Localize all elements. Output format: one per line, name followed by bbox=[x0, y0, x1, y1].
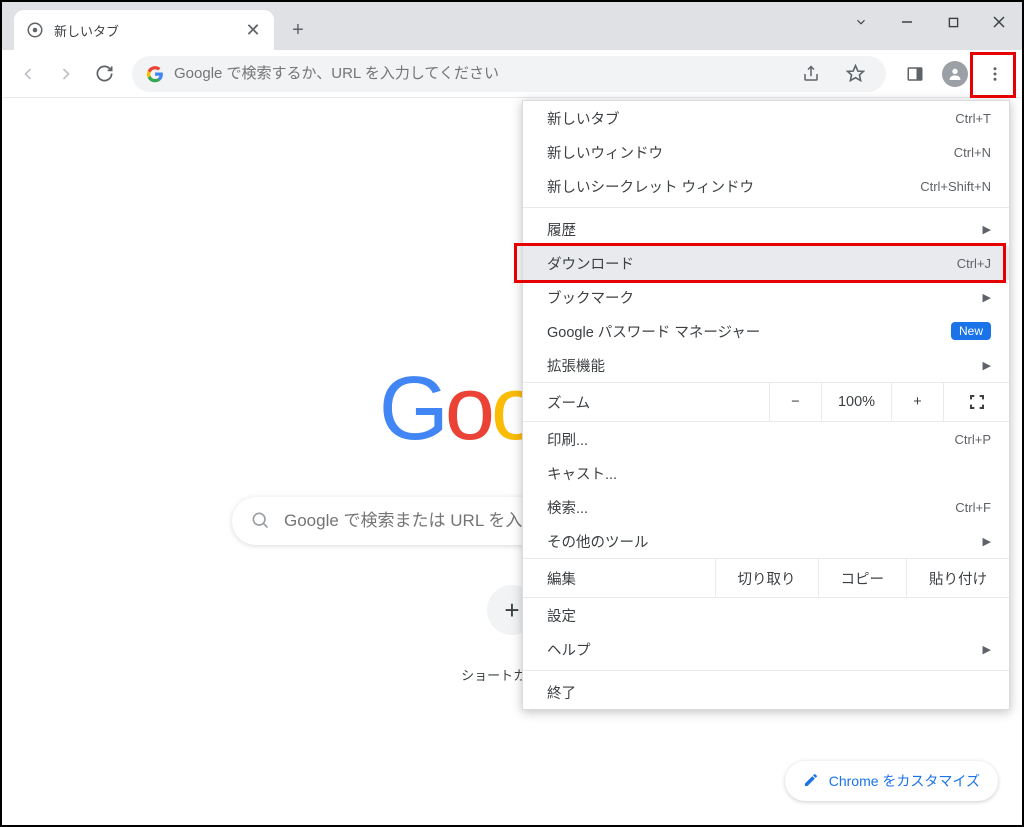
fullscreen-button[interactable] bbox=[943, 383, 1009, 421]
menu-find[interactable]: 検索... Ctrl+F bbox=[523, 490, 1009, 524]
new-tab-button[interactable]: + bbox=[282, 14, 314, 46]
zoom-out-button[interactable]: − bbox=[769, 383, 821, 421]
browser-tab[interactable]: 新しいタブ ✕ bbox=[14, 10, 274, 50]
menu-extensions[interactable]: 拡張機能 ▶ bbox=[523, 348, 1009, 382]
menu-incognito[interactable]: 新しいシークレット ウィンドウ Ctrl+Shift+N bbox=[523, 169, 1009, 203]
menu-cast[interactable]: キャスト... bbox=[523, 456, 1009, 490]
menu-edit: 編集 切り取り コピー 貼り付け bbox=[523, 558, 1009, 598]
chevron-right-icon: ▶ bbox=[983, 643, 991, 656]
titlebar: 新しいタブ ✕ + bbox=[2, 2, 1022, 50]
google-icon bbox=[146, 65, 164, 83]
toolbar bbox=[2, 50, 1022, 98]
maximize-button[interactable] bbox=[930, 2, 976, 42]
menu-print[interactable]: 印刷... Ctrl+P bbox=[523, 422, 1009, 456]
search-icon bbox=[250, 510, 270, 533]
menu-settings[interactable]: 設定 bbox=[523, 598, 1009, 632]
close-window-button[interactable] bbox=[976, 2, 1022, 42]
menu-help[interactable]: ヘルプ ▶ bbox=[523, 632, 1009, 666]
menu-password-manager[interactable]: Google パスワード マネージャー New bbox=[523, 314, 1009, 348]
window-controls bbox=[838, 2, 1022, 42]
back-button[interactable] bbox=[12, 58, 44, 90]
zoom-value: 100% bbox=[821, 383, 891, 421]
profile-button[interactable] bbox=[938, 57, 972, 91]
minimize-button[interactable] bbox=[884, 2, 930, 42]
chevron-right-icon: ▶ bbox=[983, 359, 991, 372]
tab-favicon-icon bbox=[26, 21, 44, 39]
edit-paste-button[interactable]: 貼り付け bbox=[906, 559, 1009, 597]
edit-cut-button[interactable]: 切り取り bbox=[715, 559, 818, 597]
menu-bookmarks[interactable]: ブックマーク ▶ bbox=[523, 280, 1009, 314]
menu-exit[interactable]: 終了 bbox=[523, 675, 1009, 709]
pencil-icon bbox=[803, 772, 819, 791]
customize-chrome-button[interactable]: Chrome をカスタマイズ bbox=[785, 761, 998, 801]
menu-new-window[interactable]: 新しいウィンドウ Ctrl+N bbox=[523, 135, 1009, 169]
tab-title: 新しいタブ bbox=[54, 21, 234, 40]
side-panel-icon[interactable] bbox=[898, 57, 932, 91]
omnibox-input[interactable] bbox=[174, 65, 784, 82]
more-menu-button[interactable] bbox=[978, 57, 1012, 91]
zoom-in-button[interactable]: + bbox=[891, 383, 943, 421]
new-badge: New bbox=[951, 322, 991, 340]
chevron-right-icon: ▶ bbox=[983, 291, 991, 304]
reload-button[interactable] bbox=[88, 58, 120, 90]
chevron-right-icon: ▶ bbox=[983, 223, 991, 236]
chrome-menu: 新しいタブ Ctrl+T 新しいウィンドウ Ctrl+N 新しいシークレット ウ… bbox=[522, 100, 1010, 710]
customize-label: Chrome をカスタマイズ bbox=[829, 771, 980, 791]
profile-avatar-icon bbox=[942, 61, 968, 87]
menu-zoom: ズーム − 100% + bbox=[523, 382, 1009, 422]
edit-copy-button[interactable]: コピー bbox=[818, 559, 907, 597]
menu-more-tools[interactable]: その他のツール ▶ bbox=[523, 524, 1009, 558]
menu-downloads[interactable]: ダウンロード Ctrl+J bbox=[523, 246, 1009, 280]
menu-history[interactable]: 履歴 ▶ bbox=[523, 212, 1009, 246]
chevron-right-icon: ▶ bbox=[983, 535, 991, 548]
bookmark-star-icon[interactable] bbox=[838, 57, 872, 91]
forward-button[interactable] bbox=[50, 58, 82, 90]
tab-search-icon[interactable] bbox=[838, 2, 884, 42]
share-icon[interactable] bbox=[794, 57, 828, 91]
address-bar[interactable] bbox=[132, 56, 886, 92]
close-tab-icon[interactable]: ✕ bbox=[244, 21, 262, 39]
menu-new-tab[interactable]: 新しいタブ Ctrl+T bbox=[523, 101, 1009, 135]
